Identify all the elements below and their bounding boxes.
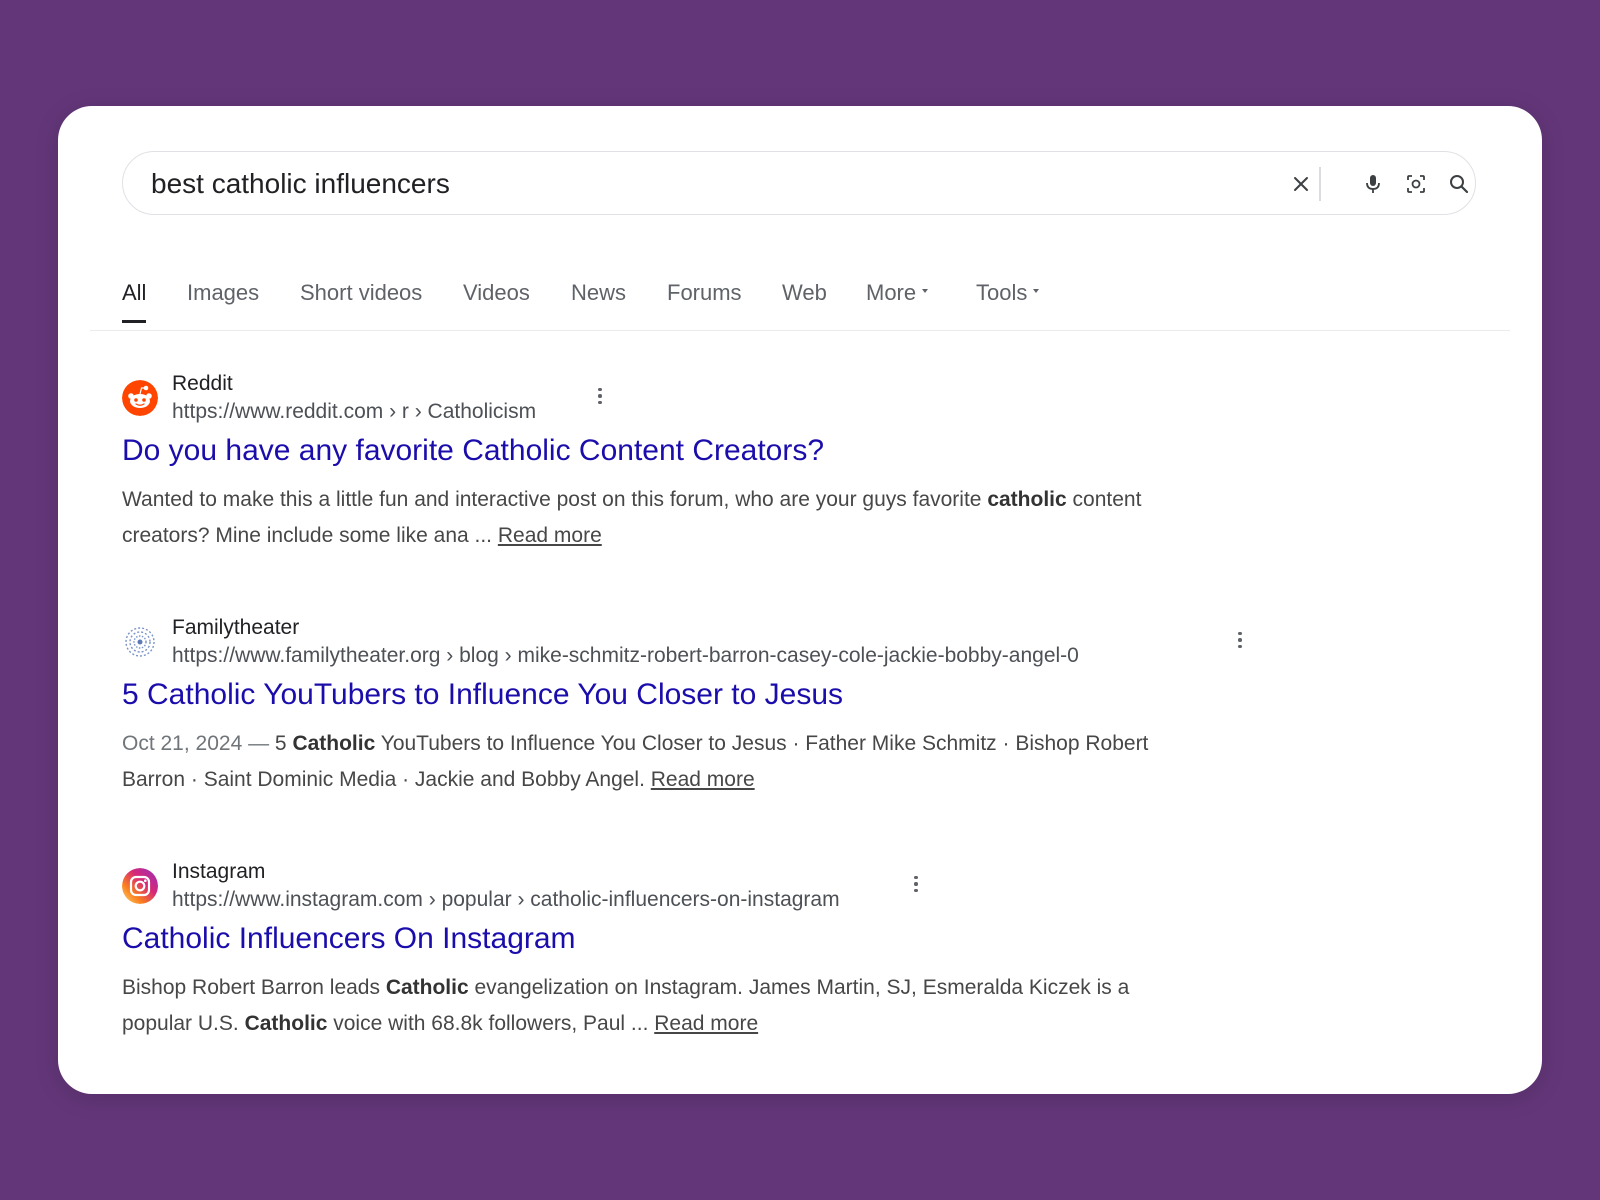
tab-label: Videos [463, 280, 530, 305]
snippet-text: voice with 68.8k followers, Paul ... [327, 1012, 655, 1035]
caret-down-icon [1033, 289, 1040, 294]
snippet-text: Bishop Robert Barron leads [122, 976, 386, 999]
tab-label: More [866, 280, 917, 305]
result-snippet: Bishop Robert Barron leads Catholic evan… [122, 970, 1162, 1042]
tab-web[interactable]: Web [782, 280, 827, 320]
tab-label: Forums [667, 280, 742, 305]
tab-news[interactable]: News [571, 280, 626, 320]
snippet-highlight: Catholic [244, 1012, 328, 1035]
snippet-highlight: Catholic [292, 732, 376, 755]
search-input[interactable] [151, 152, 1201, 216]
tab-label: News [571, 280, 627, 305]
tab-forums[interactable]: Forums [667, 280, 742, 320]
familytheater-icon [122, 624, 158, 660]
read-more-link[interactable]: Read more [498, 524, 602, 547]
lens-icon[interactable] [1400, 168, 1432, 200]
tab-label: Web [782, 280, 827, 305]
result-title-link[interactable]: Catholic Influencers On Instagram [122, 922, 576, 956]
tab-more[interactable]: More [866, 280, 929, 320]
tab-label: All [122, 280, 147, 305]
reddit-icon [122, 380, 158, 416]
more-options-icon[interactable] [590, 384, 610, 408]
tab-videos[interactable]: Videos [463, 280, 530, 320]
result-title-link[interactable]: 5 Catholic YouTubers to Influence You Cl… [122, 678, 843, 712]
microphone-icon[interactable] [1357, 168, 1389, 200]
more-options-icon[interactable] [1230, 628, 1250, 652]
snippet-text: 5 [274, 732, 293, 755]
snippet-highlight: Catholic [385, 976, 469, 999]
tab-label: Tools [976, 280, 1028, 305]
search-bar[interactable] [122, 151, 1476, 216]
snippet-text: Wanted to make this a little fun and int… [122, 488, 988, 511]
result-snippet: Oct 21, 2024 — 5 Catholic YouTubers to I… [122, 726, 1162, 798]
more-options-icon[interactable] [906, 872, 926, 896]
search-divider [1319, 167, 1321, 201]
search-tabs: All Images Short videos Videos News Foru… [90, 266, 1510, 331]
tab-tools[interactable]: Tools [976, 280, 1040, 320]
tab-short-videos[interactable]: Short videos [300, 280, 422, 320]
site-url[interactable]: https://www.reddit.com › r › Catholicism [172, 400, 536, 424]
result-title-link[interactable]: Do you have any favorite Catholic Conten… [122, 434, 824, 468]
result-snippet: Wanted to make this a little fun and int… [122, 482, 1162, 554]
tab-label: Short videos [300, 280, 423, 305]
search-results-card: All Images Short videos Videos News Foru… [58, 106, 1542, 1094]
instagram-icon [122, 868, 158, 904]
caret-down-icon [922, 289, 929, 294]
site-url[interactable]: https://www.familytheater.org › blog › m… [172, 644, 1079, 668]
site-name: Familytheater [172, 616, 300, 639]
snippet-highlight: catholic [987, 488, 1067, 511]
read-more-link[interactable]: Read more [654, 1012, 758, 1035]
result-date: Oct 21, 2024 — [122, 732, 275, 755]
close-icon[interactable] [1285, 168, 1317, 200]
tab-label: Images [187, 280, 260, 305]
read-more-link[interactable]: Read more [651, 768, 755, 791]
site-url[interactable]: https://www.instagram.com › popular › ca… [172, 888, 840, 912]
tab-all[interactable]: All [122, 280, 147, 323]
tab-images[interactable]: Images [187, 280, 259, 320]
search-icon[interactable] [1443, 168, 1475, 200]
site-name: Reddit [172, 372, 233, 395]
site-name: Instagram [172, 860, 266, 883]
